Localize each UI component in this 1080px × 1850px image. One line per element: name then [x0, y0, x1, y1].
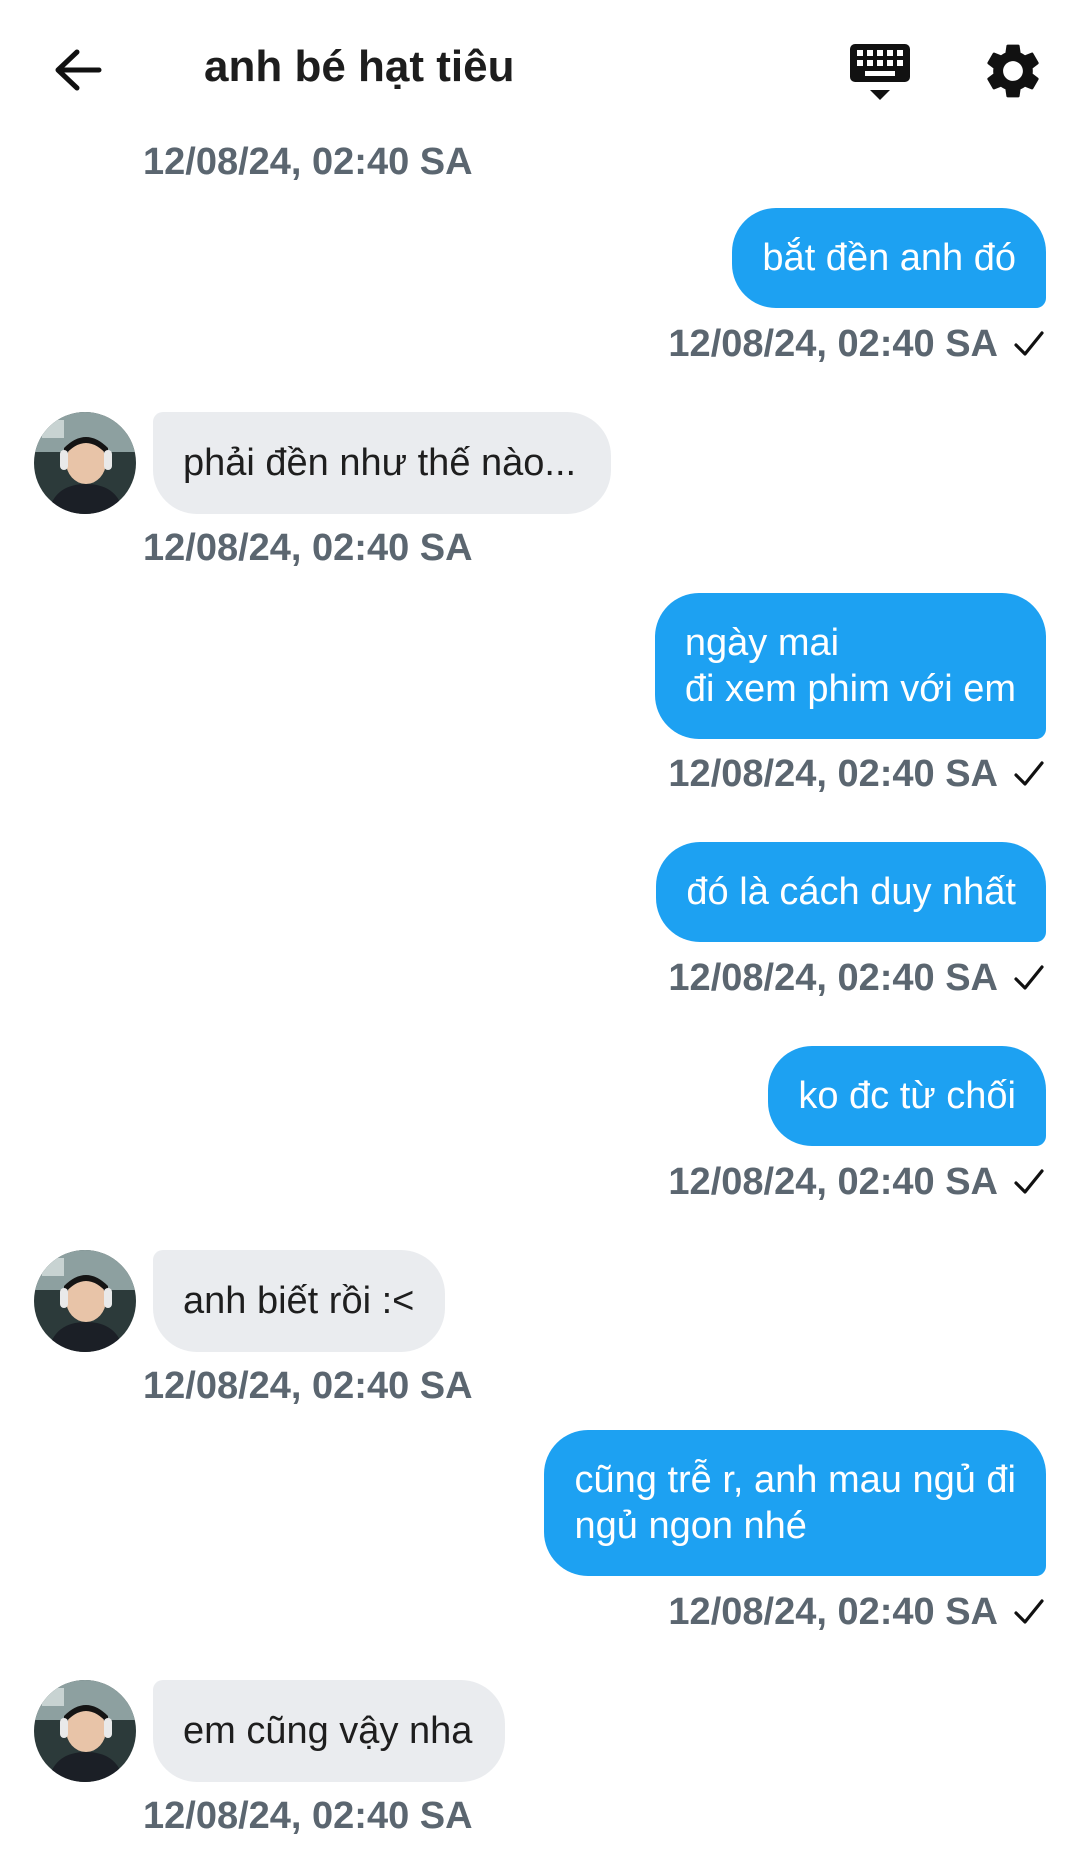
- message-timestamp: 12/08/24, 02:40 SA: [668, 323, 998, 365]
- message-timestamp: 12/08/24, 02:40 SA: [143, 141, 473, 183]
- check-icon: [1014, 331, 1044, 356]
- message-timestamp: 12/08/24, 02:40 SA: [143, 1365, 473, 1407]
- check-icon: [1014, 965, 1044, 990]
- message-timestamp: 12/08/24, 02:40 SA: [143, 527, 473, 569]
- incoming-message-bubble[interactable]: em cũng vậy nha: [153, 1680, 505, 1782]
- avatar[interactable]: [34, 412, 136, 514]
- message-list[interactable]: 12/08/24, 02:40 SA bắt đền anh đó 12/08/…: [0, 0, 1080, 1850]
- incoming-message-bubble[interactable]: phải đền như thế nào...: [153, 412, 611, 514]
- message-text-line: ngủ ngon nhé: [574, 1505, 807, 1547]
- message-timestamp: 12/08/24, 02:40 SA: [668, 1161, 998, 1203]
- outgoing-message-bubble[interactable]: đó là cách duy nhất: [656, 842, 1046, 942]
- message-text: anh biết rồi :<: [183, 1280, 415, 1322]
- check-icon: [1014, 761, 1044, 786]
- message-timestamp: 12/08/24, 02:40 SA: [668, 1591, 998, 1633]
- message-meta: 12/08/24, 02:40 SA: [668, 1160, 1046, 1204]
- message-text-line: đi xem phim với em: [684, 668, 1016, 710]
- message-timestamp: 12/08/24, 02:40 SA: [668, 753, 998, 795]
- message-meta: 12/08/24, 02:40 SA: [668, 752, 1046, 796]
- avatar-image: [34, 412, 136, 514]
- check-icon: [1014, 1599, 1044, 1624]
- message-text: phải đền như thế nào...: [183, 442, 577, 484]
- incoming-message-bubble[interactable]: anh biết rồi :<: [153, 1250, 445, 1352]
- message-text-line: cũng trễ r, anh mau ngủ đi: [574, 1459, 1016, 1501]
- message-meta: 12/08/24, 02:40 SA: [668, 1590, 1046, 1634]
- message-text: ko đc từ chối: [798, 1075, 1016, 1117]
- avatar-image: [34, 1680, 136, 1782]
- message-text: em cũng vậy nha: [183, 1710, 473, 1752]
- outgoing-message-bubble[interactable]: bắt đền anh đó: [732, 208, 1046, 308]
- outgoing-message-bubble[interactable]: ngày mai đi xem phim với em: [654, 593, 1046, 739]
- avatar-image: [34, 1250, 136, 1352]
- avatar[interactable]: [34, 1680, 136, 1782]
- check-icon: [1014, 1169, 1044, 1194]
- outgoing-message-bubble[interactable]: ko đc từ chối: [768, 1046, 1046, 1146]
- message-text: đó là cách duy nhất: [686, 871, 1016, 913]
- avatar[interactable]: [34, 1250, 136, 1352]
- message-meta: 12/08/24, 02:40 SA: [668, 956, 1046, 1000]
- message-meta: 12/08/24, 02:40 SA: [668, 322, 1046, 366]
- outgoing-message-bubble[interactable]: cũng trễ r, anh mau ngủ đi ngủ ngon nhé: [544, 1430, 1046, 1576]
- message-text-line: ngày mai: [684, 622, 840, 664]
- message-timestamp: 12/08/24, 02:40 SA: [668, 957, 998, 999]
- message-timestamp: 12/08/24, 02:40 SA: [143, 1795, 473, 1837]
- message-text: bắt đền anh đó: [762, 237, 1016, 279]
